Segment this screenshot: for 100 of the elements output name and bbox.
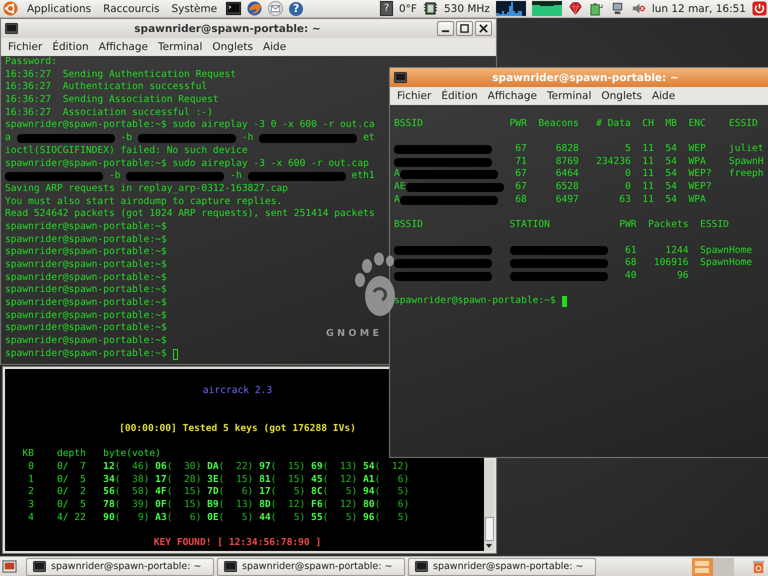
table-cell: SpawnH xyxy=(728,156,764,168)
table-cell-text: WPA xyxy=(688,194,707,207)
terminal-text: spawnrider@spawn-portable:~$ xyxy=(5,272,167,284)
help-icon[interactable]: ? xyxy=(289,2,304,16)
table-cell-text: 11 xyxy=(641,181,654,194)
terminal-text: -b xyxy=(108,170,122,183)
menu-item[interactable]: Fichier xyxy=(4,41,46,53)
terminal-text: spawnrider@spawn-portable:~$ xyxy=(5,246,167,260)
taskbar-button[interactable]: spawnrider@spawn-portable: ~ xyxy=(408,558,596,576)
clock[interactable]: lun 12 mar, 16:51 xyxy=(652,2,746,14)
down-arrow-icon[interactable] xyxy=(485,543,493,549)
terminal-text: spawnrider@spawn-portable:~$ xyxy=(5,310,167,322)
table-cell-text: 78( 39) xyxy=(103,498,150,512)
menu-item[interactable]: Fichier xyxy=(393,90,436,102)
table-cell-text: 4/ 22 xyxy=(56,512,87,524)
wallpaper-logo-text: G N O M E xyxy=(326,328,379,339)
table-cell-text: 96 xyxy=(676,270,689,283)
chip-icon[interactable] xyxy=(422,1,438,16)
table-cell-text: 6497 xyxy=(554,194,579,207)
table-cell-text: 80( 6) xyxy=(363,498,410,512)
terminal-text: a xyxy=(5,132,12,145)
minimize-button[interactable] xyxy=(437,21,454,36)
power-icon[interactable] xyxy=(752,1,767,16)
terminal-icon xyxy=(394,72,407,83)
panel-menu[interactable]: Raccourcis xyxy=(100,2,163,14)
window-title: spawnrider@spawn-portable: ~ xyxy=(133,22,322,34)
menu-item[interactable]: Terminal xyxy=(543,90,596,102)
terminal-text: -h xyxy=(240,132,254,145)
menu-item[interactable]: Édition xyxy=(48,41,93,53)
task-label: spawnrider@spawn-portable: ~ xyxy=(242,561,392,572)
memory-load-graph[interactable] xyxy=(532,1,562,16)
trash-icon[interactable] xyxy=(751,559,766,574)
menu-item[interactable]: Onglets xyxy=(597,90,646,102)
terminal-text: spawnrider@spawn-portable:~$ xyxy=(5,259,167,272)
gem-icon[interactable] xyxy=(568,1,583,16)
table-cell-text: 1 xyxy=(27,474,34,486)
table-cell-text: 54 xyxy=(664,156,677,168)
table-cell-text: 94( 5) xyxy=(363,486,410,499)
table-cell-text: 54 xyxy=(664,168,677,182)
table-cell-text: 4F( 15) xyxy=(155,486,202,499)
task-label: spawnrider@spawn-portable: ~ xyxy=(51,561,202,572)
table-cell-text: 17( 28) xyxy=(155,474,202,486)
panel-menu[interactable]: Système xyxy=(168,2,220,14)
column-header: # Data xyxy=(595,118,631,130)
terminal-text: ioctl(SIOCGIFINDEX) failed: No such device xyxy=(5,144,248,158)
table-cell-text: 3 xyxy=(27,498,34,512)
task-label: spawnrider@spawn-portable: ~ xyxy=(433,561,584,572)
terminal-text: 16:36:27 Authentication successful xyxy=(5,81,208,94)
table-cell-text: A1( 6) xyxy=(363,474,410,486)
network-load-graph[interactable] xyxy=(496,1,526,16)
taskbar-button[interactable]: spawnrider@spawn-portable: ~ xyxy=(217,558,405,576)
menu-item[interactable]: Aide xyxy=(258,41,290,53)
workspace-switcher[interactable] xyxy=(692,558,734,576)
close-button[interactable] xyxy=(475,21,492,36)
weather-icon[interactable]: ? xyxy=(380,1,393,16)
cpu-frequency[interactable]: 530 MHz xyxy=(444,2,490,14)
table-cell-text: 68 xyxy=(624,257,637,270)
menu-item[interactable]: Affichage xyxy=(94,41,152,53)
scrollbar[interactable] xyxy=(484,460,494,551)
table-cell-text: 6828 xyxy=(554,143,579,156)
maximize-button[interactable] xyxy=(456,21,473,36)
panel-menu[interactable]: Applications xyxy=(24,2,94,14)
menu-item[interactable]: Édition xyxy=(437,90,482,102)
table-cell-text: 0 xyxy=(624,168,631,182)
menu-item[interactable]: Aide xyxy=(648,90,680,102)
table-cell: A xyxy=(394,168,400,182)
table-cell-text: 0/ 7 xyxy=(56,460,87,474)
status-line: [00:00:00] Tested 5 keys (got 176288 IVs) xyxy=(119,422,356,436)
table-cell-text: 54 xyxy=(664,143,677,156)
taskbar-button[interactable]: spawnrider@spawn-portable: ~ xyxy=(26,558,214,576)
terminal-icon xyxy=(33,561,46,572)
globe-icon[interactable] xyxy=(247,1,262,16)
column-header: PWR xyxy=(619,219,637,232)
column-header: CH xyxy=(641,118,654,130)
terminal-text: spawnrider@spawn-portable:~$ xyxy=(5,348,167,361)
table-cell-text: 11 xyxy=(641,143,654,156)
table-cell-text: DA( 22) xyxy=(207,460,254,474)
show-desktop-icon[interactable] xyxy=(2,559,17,574)
mail-icon[interactable] xyxy=(268,1,284,16)
table-cell-text: 11 xyxy=(641,194,654,207)
temperature-reading[interactable]: 0°F xyxy=(398,2,417,14)
table-cell-text: 17( 5) xyxy=(259,486,306,499)
table-cell-text: 96( 5) xyxy=(363,512,410,524)
terminal-text: -h xyxy=(229,170,243,183)
close-icon xyxy=(479,24,488,33)
muted-speaker-icon[interactable] xyxy=(630,1,646,16)
table-cell-text: 90( 9) xyxy=(103,512,150,524)
terminal-icon xyxy=(5,23,18,34)
terminal-icon[interactable] xyxy=(226,1,242,16)
logo-icon[interactable] xyxy=(3,1,18,16)
table-cell-text: WEP? xyxy=(688,181,713,194)
battery-icon[interactable] xyxy=(588,1,604,16)
scrollbar-thumb[interactable] xyxy=(484,517,494,541)
menu-item[interactable]: Terminal xyxy=(154,41,206,53)
table-cell-text: WPA xyxy=(688,156,707,168)
table-cell-text: 0/ 5 xyxy=(56,474,87,486)
table-cell: AE xyxy=(394,181,406,194)
menu-item[interactable]: Onglets xyxy=(208,41,257,53)
menu-item[interactable]: Affichage xyxy=(484,90,541,102)
terminal-text: et xyxy=(362,132,375,145)
